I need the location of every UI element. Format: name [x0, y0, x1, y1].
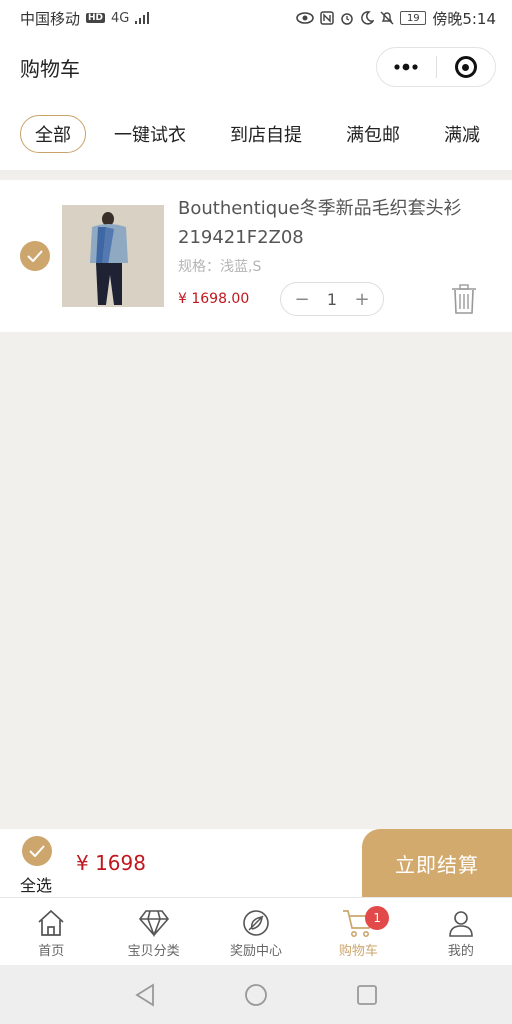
mute-icon	[380, 11, 394, 25]
bottom-nav: 首页 宝贝分类 奖励中心 1 购物车 我的	[0, 897, 512, 965]
leaf-icon	[243, 910, 269, 936]
select-all-checkbox[interactable]	[22, 836, 52, 866]
tab-discount[interactable]: 满减	[428, 115, 496, 153]
alarm-icon	[341, 13, 354, 25]
recents-button[interactable]	[354, 982, 380, 1008]
nav-mine[interactable]: 我的	[410, 898, 512, 965]
nav-mine-label: 我的	[447, 944, 474, 959]
status-bar: 中国移动 HD 4G 19 傍晚5:14	[0, 0, 512, 36]
nav-rewards-label: 奖励中心	[230, 944, 283, 959]
signal-icon	[135, 12, 150, 24]
nav-rewards[interactable]: 奖励中心	[205, 898, 307, 965]
back-button[interactable]	[132, 982, 158, 1008]
moon-icon	[361, 11, 375, 25]
item-checkbox[interactable]	[20, 241, 50, 271]
checkout-button[interactable]: 立即结算	[362, 829, 512, 897]
more-button[interactable]	[377, 48, 436, 86]
check-icon	[27, 250, 43, 262]
trash-icon	[452, 284, 476, 314]
tab-free-shipping[interactable]: 满包邮	[330, 115, 416, 153]
quantity-stepper: − 1 +	[280, 282, 384, 316]
product-image[interactable]	[62, 205, 164, 307]
carrier-label: 中国移动	[20, 9, 81, 28]
user-icon	[449, 911, 473, 937]
status-left: 中国移动 HD 4G	[20, 8, 151, 29]
status-right: 19 傍晚5:14	[296, 8, 496, 29]
tab-all[interactable]: 全部	[20, 115, 86, 153]
home-icon	[38, 909, 64, 936]
cart-item: Bouthentique冬季新品毛织套头衫219421F2Z08 规格：浅蓝,S…	[0, 180, 512, 332]
nfc-icon	[320, 11, 335, 25]
clock-label: 傍晚5:14	[432, 9, 496, 28]
diamond-icon	[138, 910, 169, 937]
eye-icon	[296, 12, 315, 24]
tab-store-pickup[interactable]: 到店自提	[214, 115, 318, 153]
nav-cart-label: 购物车	[338, 944, 378, 959]
nav-home-label: 首页	[38, 944, 65, 959]
product-price: ¥ 1698.00	[178, 291, 250, 307]
quantity-value[interactable]: 1	[327, 290, 337, 309]
cart-count-badge: 1	[365, 906, 390, 930]
hd-icon: HD	[86, 13, 106, 23]
product-photo-icon	[62, 205, 164, 307]
more-icon	[394, 63, 418, 71]
recents-square-icon	[356, 984, 377, 1005]
home-system-button[interactable]	[243, 982, 269, 1008]
header: 购物车	[0, 36, 512, 98]
target-icon	[454, 56, 477, 78]
select-all-label[interactable]: 全选	[20, 872, 52, 896]
system-nav-bar	[0, 965, 512, 1024]
decrease-button[interactable]: −	[293, 289, 311, 310]
network-label: 4G	[111, 10, 130, 26]
nav-category[interactable]: 宝贝分类	[102, 898, 204, 965]
product-spec: 规格：浅蓝,S	[178, 259, 262, 275]
tab-try-on[interactable]: 一键试衣	[98, 115, 202, 153]
filter-tabs: 全部 一键试衣 到店自提 满包邮 满减	[0, 98, 512, 174]
nav-home[interactable]: 首页	[0, 898, 102, 965]
battery-icon: 19	[400, 11, 427, 25]
nav-cart[interactable]: 1 购物车	[307, 898, 409, 965]
total-price: ¥ 1698	[76, 851, 146, 875]
page-title: 购物车	[20, 56, 80, 81]
nav-category-label: 宝贝分类	[127, 944, 180, 959]
product-title[interactable]: Bouthentique冬季新品毛织套头衫219421F2Z08	[178, 194, 478, 252]
close-button[interactable]	[436, 48, 495, 86]
checkout-bar: 全选 ¥ 1698 立即结算	[0, 829, 512, 897]
delete-button[interactable]	[450, 284, 478, 318]
back-triangle-icon	[135, 982, 155, 1007]
mini-program-capsule	[376, 47, 496, 87]
increase-button[interactable]: +	[353, 289, 371, 310]
home-circle-icon	[245, 983, 267, 1006]
check-icon	[29, 845, 45, 857]
